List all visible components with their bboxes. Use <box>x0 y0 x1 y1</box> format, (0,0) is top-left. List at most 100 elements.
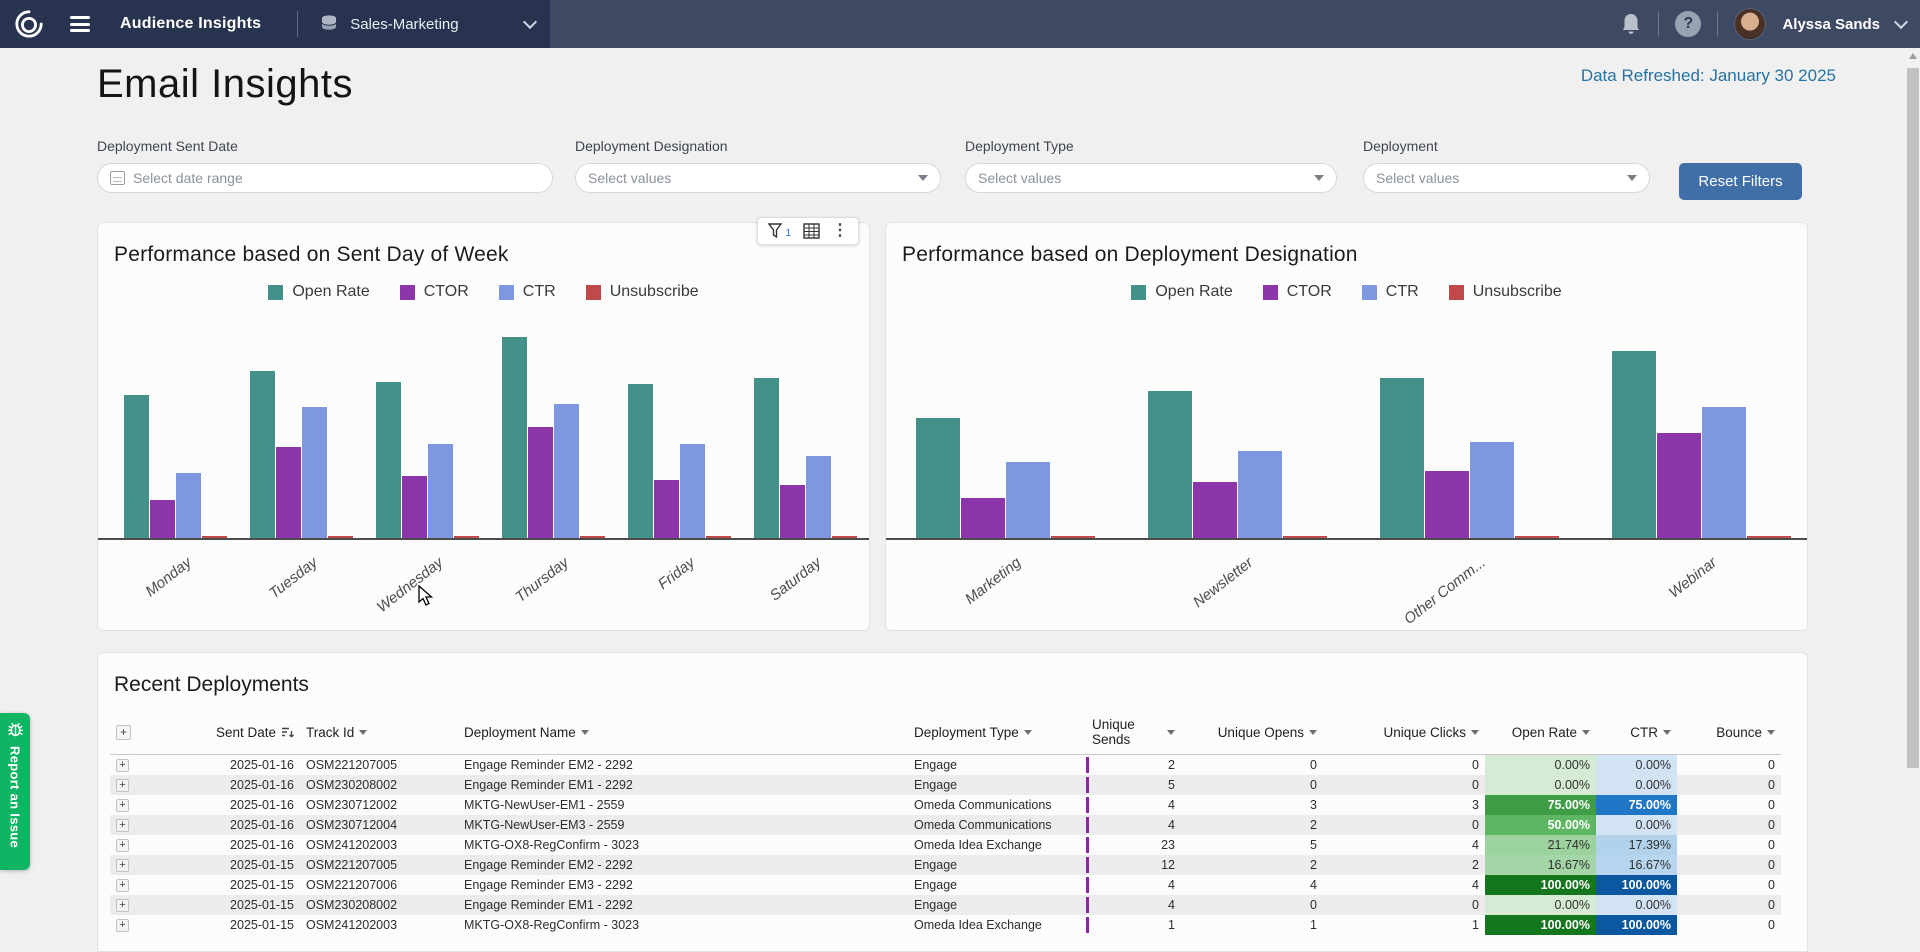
filter-input[interactable]: Select values <box>575 163 941 193</box>
bar-ctor[interactable] <box>1193 482 1237 538</box>
column-header-expander[interactable]: + <box>110 725 141 740</box>
legend-item-unsubscribe[interactable]: Unsubscribe <box>1449 283 1562 301</box>
filter-input[interactable]: Select values <box>1363 163 1650 193</box>
legend-item-unsubscribe[interactable]: Unsubscribe <box>586 283 699 301</box>
bar-unsubscribe[interactable] <box>1747 536 1791 538</box>
column-header-open_rate[interactable]: Open Rate <box>1485 725 1596 740</box>
bar-unsubscribe[interactable] <box>706 536 731 538</box>
bar-ctor[interactable] <box>654 480 679 538</box>
column-header-deployment_name[interactable]: Deployment Name <box>458 725 908 740</box>
bar-open-rate[interactable] <box>376 382 401 538</box>
column-menu-caret-icon[interactable] <box>1309 730 1317 735</box>
legend-item-ctor[interactable]: CTOR <box>400 283 469 301</box>
bar-unsubscribe[interactable] <box>580 536 605 538</box>
scrollbar-up-arrow[interactable] <box>1909 53 1917 59</box>
table-icon[interactable] <box>803 223 820 239</box>
bar-open-rate[interactable] <box>1612 351 1656 538</box>
expand-row-button[interactable]: + <box>116 759 129 772</box>
bar-ctor[interactable] <box>1425 471 1469 538</box>
bar-unsubscribe[interactable] <box>832 536 857 538</box>
help-icon[interactable]: ? <box>1675 11 1701 37</box>
column-menu-caret-icon[interactable] <box>1024 730 1032 735</box>
bar-ctor[interactable] <box>780 485 805 538</box>
expand-row-button[interactable]: + <box>116 799 129 812</box>
cell-value: 2025-01-15 <box>230 918 294 932</box>
page-scrollbar[interactable] <box>1906 48 1920 919</box>
bar-ctor[interactable] <box>961 498 1005 538</box>
bar-ctr[interactable] <box>1006 462 1050 538</box>
omeda-logo-icon[interactable] <box>14 9 44 39</box>
legend-item-open-rate[interactable]: Open Rate <box>1131 283 1232 301</box>
user-menu-chevron-icon[interactable] <box>1894 15 1908 29</box>
expand-row-button[interactable]: + <box>116 899 129 912</box>
legend-item-ctr[interactable]: CTR <box>499 283 556 301</box>
expand-row-button[interactable]: + <box>116 879 129 892</box>
bar-ctor[interactable] <box>1657 433 1701 538</box>
column-menu-caret-icon[interactable] <box>1471 730 1479 735</box>
reset-filters-button[interactable]: Reset Filters <box>1679 163 1802 200</box>
bar-ctr[interactable] <box>428 444 453 538</box>
column-menu-caret-icon[interactable] <box>1582 730 1590 735</box>
column-header-unique_clicks[interactable]: Unique Clicks <box>1323 725 1485 740</box>
column-header-ctr[interactable]: CTR <box>1596 725 1677 740</box>
legend-item-ctr[interactable]: CTR <box>1362 283 1419 301</box>
legend-item-ctor[interactable]: CTOR <box>1263 283 1332 301</box>
bar-open-rate[interactable] <box>250 371 275 538</box>
bar-unsubscribe[interactable] <box>202 536 227 538</box>
sort-icon[interactable] <box>281 726 294 739</box>
filter-input[interactable]: Select values <box>965 163 1337 193</box>
expand-row-button[interactable]: + <box>116 839 129 852</box>
menu-hamburger-icon[interactable] <box>70 16 90 32</box>
column-header-unique_sends[interactable]: Unique Sends <box>1086 717 1181 747</box>
bar-open-rate[interactable] <box>916 418 960 538</box>
expand-row-button[interactable]: + <box>116 779 129 792</box>
bar-ctr[interactable] <box>806 456 831 538</box>
notifications-bell-icon[interactable] <box>1620 12 1642 36</box>
bar-open-rate[interactable] <box>1380 378 1424 538</box>
table-row: +2025-01-15OSM221207005Engage Reminder E… <box>110 855 1781 875</box>
bar-ctr[interactable] <box>1702 407 1746 538</box>
expand-all-button[interactable]: + <box>116 725 131 740</box>
bar-ctr[interactable] <box>554 404 579 538</box>
bar-unsubscribe[interactable] <box>1283 536 1327 538</box>
bar-open-rate[interactable] <box>754 378 779 538</box>
bar-ctr[interactable] <box>1238 451 1282 538</box>
column-header-track_id[interactable]: Track Id <box>300 725 458 740</box>
bar-open-rate[interactable] <box>628 384 653 538</box>
bar-ctor[interactable] <box>402 476 427 538</box>
column-menu-caret-icon[interactable] <box>359 730 367 735</box>
bar-ctr[interactable] <box>680 444 705 538</box>
report-issue-button[interactable]: Report an Issue <box>0 713 30 870</box>
bar-open-rate[interactable] <box>124 395 149 538</box>
column-menu-caret-icon[interactable] <box>1167 730 1175 735</box>
user-avatar[interactable] <box>1734 8 1766 40</box>
expand-row-button[interactable]: + <box>116 919 129 932</box>
bar-ctr[interactable] <box>302 407 327 538</box>
bar-unsubscribe[interactable] <box>454 536 479 538</box>
kebab-menu-icon[interactable]: ⋮ <box>832 224 848 238</box>
expand-row-button[interactable]: + <box>116 819 129 832</box>
workspace-selector[interactable]: Sales-Marketing <box>320 14 535 34</box>
bar-unsubscribe[interactable] <box>1515 536 1559 538</box>
column-header-sent_date[interactable]: Sent Date <box>141 725 300 740</box>
column-header-bounce[interactable]: Bounce <box>1677 725 1781 740</box>
bar-ctor[interactable] <box>150 500 175 538</box>
bar-open-rate[interactable] <box>502 337 527 538</box>
bar-unsubscribe[interactable] <box>1051 536 1095 538</box>
bar-ctor[interactable] <box>528 427 553 538</box>
column-menu-caret-icon[interactable] <box>581 730 589 735</box>
column-header-unique_opens[interactable]: Unique Opens <box>1181 725 1323 740</box>
expand-row-button[interactable]: + <box>116 859 129 872</box>
bar-ctr[interactable] <box>176 473 201 538</box>
scrollbar-thumb[interactable] <box>1907 68 1919 768</box>
bar-ctr[interactable] <box>1470 442 1514 538</box>
bar-open-rate[interactable] <box>1148 391 1192 538</box>
column-menu-caret-icon[interactable] <box>1767 730 1775 735</box>
legend-item-open-rate[interactable]: Open Rate <box>268 283 369 301</box>
bar-ctor[interactable] <box>276 447 301 538</box>
column-header-deployment_type[interactable]: Deployment Type <box>908 725 1086 740</box>
filter-input[interactable]: Select date range <box>97 163 553 193</box>
bar-unsubscribe[interactable] <box>328 536 353 538</box>
filter-icon[interactable]: 1 <box>768 223 791 239</box>
column-menu-caret-icon[interactable] <box>1663 730 1671 735</box>
